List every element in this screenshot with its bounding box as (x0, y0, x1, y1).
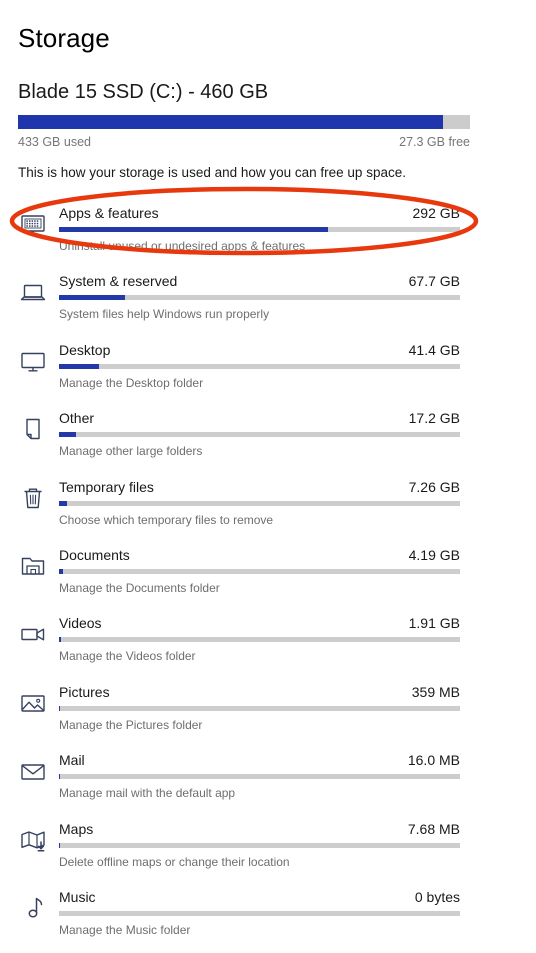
category-size: 16.0 MB (407, 752, 460, 769)
drive-usage-bar-fill (18, 115, 443, 129)
category-size: 292 GB (412, 205, 460, 221)
documents-folder-icon (18, 551, 48, 581)
category-usage-bar-fill (59, 432, 76, 438)
category-size: 17.2 GB (408, 410, 460, 427)
laptop-icon (18, 277, 48, 307)
category-usage-bar-fill (59, 705, 61, 711)
category-name: Other (59, 410, 95, 427)
video-camera-icon (18, 619, 48, 649)
category-usage-bar (59, 637, 460, 643)
category-usage-bar (59, 568, 460, 574)
category-usage-bar-fill (59, 363, 100, 369)
music-note-icon (18, 893, 48, 923)
category-description: Uninstall unused or undesired apps & fea… (59, 239, 306, 253)
storage-category-row[interactable]: Maps 7.68 MB Delete offline maps or change… (0, 812, 536, 880)
category-name: Videos (59, 615, 102, 632)
storage-category-row[interactable]: Mail 16.0 MB Manage mail with the default … (0, 743, 536, 811)
category-usage-bar (59, 432, 460, 438)
category-usage-bar (59, 705, 460, 711)
picture-icon (18, 688, 48, 718)
storage-category-row[interactable]: Music 0 bytes Manage the Music folder (0, 880, 536, 948)
drive-usage-legend: 433 GB used 27.3 GB free (18, 135, 470, 151)
category-description: Manage the Music folder (59, 922, 191, 937)
category-usage-bar-fill (59, 500, 67, 506)
category-usage-bar-fill (59, 774, 60, 780)
category-name: Desktop (59, 341, 111, 358)
storage-category-row[interactable]: System & reserved 67.7 GB System files hel… (0, 264, 536, 332)
category-usage-bar-fill (59, 227, 328, 232)
intro-text: This is how your storage is used and how… (18, 165, 406, 180)
page-title: Storage (18, 23, 110, 53)
category-usage-bar (59, 842, 460, 848)
category-usage-bar (59, 295, 460, 301)
drive-used-label: 433 GB used (18, 135, 91, 149)
category-usage-bar-fill (59, 568, 64, 574)
category-description: Delete offline maps or change their loca… (59, 854, 290, 869)
storage-category-list: Apps & features 292 GB Uninstall unused or… (0, 196, 536, 948)
category-name: Apps & features (59, 205, 159, 221)
storage-category-row[interactable]: Apps & features 292 GB Uninstall unused or… (0, 196, 536, 264)
category-description: Manage the Documents folder (59, 580, 220, 595)
category-name: Music (59, 888, 96, 905)
category-size: 7.26 GB (408, 478, 460, 495)
category-size: 4.19 GB (408, 546, 460, 563)
apps-monitor-icon (18, 209, 48, 239)
storage-category-row[interactable]: Temporary files 7.26 GB Choose which tempo… (0, 470, 536, 538)
category-usage-bar (59, 774, 460, 780)
category-usage-bar (59, 227, 460, 232)
category-size: 359 MB (411, 683, 460, 700)
category-name: Maps (59, 820, 94, 837)
category-name: Temporary files (59, 478, 154, 495)
storage-category-row[interactable]: Videos 1.91 GB Manage the Videos folder (0, 606, 536, 674)
category-name: Mail (59, 752, 85, 769)
category-usage-bar (59, 363, 460, 369)
page-curl-icon (18, 414, 48, 444)
category-description: Manage other large folders (59, 444, 203, 459)
trash-icon (18, 483, 48, 513)
category-usage-bar (59, 500, 460, 506)
category-name: Pictures (59, 683, 110, 700)
envelope-icon (18, 756, 48, 786)
category-description: Manage the Pictures folder (59, 717, 203, 732)
category-name: System & reserved (59, 273, 178, 290)
category-size: 0 bytes (414, 888, 460, 905)
drive-free-label: 27.3 GB free (399, 135, 470, 149)
category-description: Manage the Desktop folder (59, 375, 204, 390)
category-usage-bar-fill (59, 295, 126, 301)
category-usage-bar-fill (59, 637, 62, 643)
storage-category-row[interactable]: Pictures 359 MB Manage the Pictures folder (0, 675, 536, 743)
map-download-icon (18, 825, 48, 855)
storage-category-row[interactable]: Documents 4.19 GB Manage the Documents fol… (0, 538, 536, 606)
category-description: Manage the Videos folder (59, 649, 196, 664)
storage-category-row[interactable]: Desktop 41.4 GB Manage the Desktop folder (0, 333, 536, 401)
category-size: 7.68 MB (407, 820, 460, 837)
drive-usage-bar (18, 115, 470, 129)
category-name: Documents (59, 546, 130, 563)
category-description: Manage mail with the default app (59, 786, 236, 801)
storage-category-row[interactable]: Other 17.2 GB Manage other large folders (0, 401, 536, 469)
monitor-icon (18, 346, 48, 376)
category-description: System files help Windows run properly (59, 307, 270, 322)
category-description: Choose which temporary files to remove (59, 512, 274, 527)
category-size: 41.4 GB (408, 341, 460, 358)
storage-settings-page: Storage Blade 15 SSD (C:) - 460 GB 433 G… (0, 0, 536, 953)
category-size: 67.7 GB (408, 273, 460, 290)
category-size: 1.91 GB (408, 615, 460, 632)
category-usage-bar (59, 910, 460, 916)
drive-title: Blade 15 SSD (C:) - 460 GB (18, 81, 269, 103)
